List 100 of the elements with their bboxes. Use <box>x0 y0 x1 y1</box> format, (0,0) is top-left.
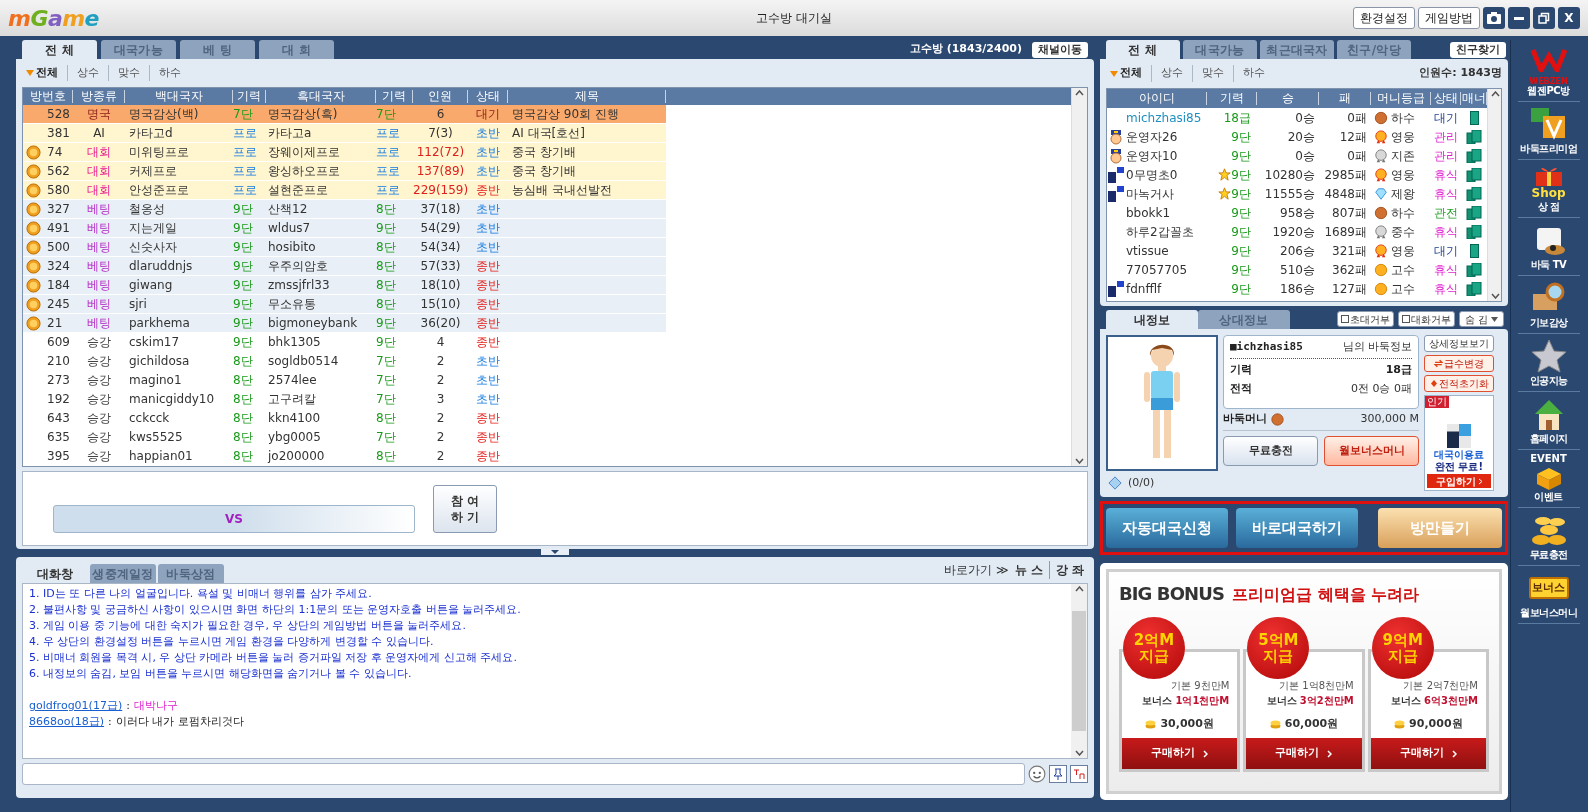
player-row[interactable]: 하루2갑꼴초 9단 1920승 1689패 중수 휴식 <box>1107 222 1487 241</box>
table-row[interactable]: 327 베팅 철옹성 9단 산책12 8단 37(18) 초반 <box>23 200 666 219</box>
scroll-thumb[interactable] <box>1072 611 1086 731</box>
player-row[interactable]: vtissue 9단 206승 321패 영웅 대기 <box>1107 241 1487 260</box>
player-row[interactable]: fdnfflf 9단 186승 127패 고수 휴식 <box>1107 279 1487 298</box>
link[interactable]: 바로가기 ≫ <box>944 561 1009 579</box>
filter-tab[interactable]: 맞수 <box>118 64 140 82</box>
option-checkbox[interactable]: 대화거부 <box>1397 311 1455 327</box>
sidebar-item[interactable]: 인공지능 <box>1517 334 1580 392</box>
table-row[interactable]: 324 베팅 dlaruddnjs 9단 우주의암호 8단 57(33) 종반 <box>23 257 666 276</box>
table-cell: 7단 <box>376 354 396 368</box>
table-row[interactable]: 21 베팅 parkhema 9단 bigmoneybank 9단 36(20) 종반 <box>23 314 666 333</box>
column-header[interactable]: 제목 <box>508 90 666 103</box>
channel-button[interactable]: 채널이동 <box>1032 41 1088 58</box>
link[interactable]: 강 좌 <box>1048 561 1084 579</box>
column-header[interactable]: 상태 <box>1431 92 1461 105</box>
user-link[interactable]: goldfrog01(17급) <box>29 698 123 714</box>
sidebar-item[interactable]: 바둑프리미엄 <box>1517 102 1580 160</box>
user-link[interactable]: 8668oo(18급) <box>29 714 105 730</box>
sidebar-item[interactable]: 기보감상 <box>1517 276 1580 334</box>
tab[interactable]: 내정보 <box>1106 310 1198 329</box>
filter-tab[interactable]: 상수 <box>77 64 99 82</box>
column-header[interactable]: 흑대국자 <box>266 90 376 103</box>
column-header[interactable]: 기력 <box>376 90 413 103</box>
column-header[interactable]: 머니등급 <box>1371 92 1431 105</box>
tab[interactable]: 전 체 <box>22 40 97 59</box>
table-row[interactable]: 491 베팅 지는게일 9단 wldus7 9단 54(29) 초반 <box>23 219 666 238</box>
scrollbar[interactable] <box>1071 88 1087 466</box>
table-row[interactable]: 500 베팅 신숫사자 9단 hosibito 8단 54(34) 초반 <box>23 238 666 257</box>
pin-button[interactable] <box>1049 765 1067 783</box>
table-row[interactable]: 245 베팅 sjri 9단 무소유통 8단 15(10) 종반 <box>23 295 666 314</box>
option-checkbox[interactable]: 초대거부 <box>1336 311 1394 327</box>
player-row[interactable]: 0무명초0 9단 10280승 2985패 영웅 휴식 <box>1107 165 1487 184</box>
toolbar-button[interactable]: 게임방법 <box>1418 7 1480 29</box>
player-row[interactable]: bbokk1 9단 958승 807패 하수 관전 <box>1107 203 1487 222</box>
column-header[interactable]: 패 <box>1319 92 1371 105</box>
player-row[interactable]: 운영자26 9단 20승 12패 영웅 관리 <box>1107 127 1487 146</box>
purchase-button[interactable]: 구매하기 <box>1246 738 1362 769</box>
scrollbar[interactable] <box>1487 89 1501 301</box>
column-header[interactable]: 기력 <box>1207 92 1257 105</box>
table-cell: 8단 <box>233 430 253 444</box>
player-row[interactable]: 마녹거사 9단 11555승 4848패 제왕 휴식 <box>1107 184 1487 203</box>
column-header[interactable]: 인원 <box>413 90 468 103</box>
sidebar-item[interactable]: EVENT 이벤트 <box>1517 450 1580 508</box>
find-friend-button[interactable]: 친구찾기 <box>1450 41 1506 58</box>
table-row[interactable]: 580 대회 안성준프로 프로 설현준프로 프로 229(159) 종반 농심배 국내선발전 <box>23 181 666 200</box>
filter-tab[interactable]: 하수 <box>159 64 181 82</box>
table-cell-text: 승강 <box>86 372 112 389</box>
info-button[interactable]: 전적초기화 <box>1424 375 1494 392</box>
info-button[interactable]: 급수변경 <box>1424 355 1494 372</box>
font-button[interactable] <box>1070 765 1088 783</box>
sidebar-item[interactable]: 홈페이지 <box>1517 392 1580 450</box>
chat-input[interactable] <box>22 763 1025 785</box>
hide-button[interactable]: 숨 김 <box>1458 311 1504 327</box>
buy-button[interactable]: 구입하기 <box>1427 474 1491 488</box>
column-header[interactable]: 상태 <box>468 90 508 103</box>
diamond-icon <box>1429 379 1438 388</box>
collapse-handle[interactable] <box>541 549 569 555</box>
table-cell: 54(29) <box>420 221 461 235</box>
font-style-icon <box>1073 768 1085 780</box>
column-header[interactable]: 기력 <box>233 90 266 103</box>
column-header[interactable]: 아이디 <box>1107 92 1207 105</box>
action-button[interactable]: 자동대국신청 <box>1106 508 1228 548</box>
minimize-button[interactable] <box>1508 7 1530 29</box>
column-header[interactable]: 승 <box>1257 92 1319 105</box>
close-button[interactable]: X <box>1558 7 1580 29</box>
filter-tab[interactable]: 전체 <box>36 64 58 82</box>
filter-tab[interactable]: 맞수 <box>1202 65 1224 82</box>
sidebar-item[interactable]: WEBZEN 웹젠PC방 <box>1517 44 1580 102</box>
sidebar-item[interactable]: 바둑 TV <box>1517 218 1580 276</box>
info-button[interactable]: 상세정보보기 <box>1424 335 1494 352</box>
purchase-button[interactable]: 구매하기 <box>1122 738 1238 769</box>
table-row[interactable]: 528 명국 명국감상(백) 7단 명국감상(흑) 7단 6 대기 명국감상 90회 진행 <box>23 105 666 124</box>
player-row[interactable]: 운영자10 9단 0승 0패 지존 관리 <box>1107 146 1487 165</box>
filter-tab[interactable]: 하수 <box>1243 65 1265 82</box>
link[interactable]: 뉴 스 <box>1014 561 1043 579</box>
column-header[interactable]: 방종류 <box>73 90 125 103</box>
restore-button[interactable] <box>1533 7 1555 29</box>
player-row[interactable]: 77057705 9단 510승 362패 고수 휴식 <box>1107 260 1487 279</box>
column-header[interactable]: 방번호 <box>23 90 73 103</box>
table-row[interactable]: 184 베팅 giwang 9단 zmssjfrl33 8단 18(10) 종반 <box>23 276 666 295</box>
table-row[interactable]: 74 대회 미위팅프로 프로 장웨이제프로 프로 112(72) 초반 중국 창기배 <box>23 143 666 162</box>
action-button[interactable]: 바로대국하기 <box>1236 508 1358 548</box>
money-button[interactable]: 무료충전 <box>1223 436 1318 466</box>
sidebar-item[interactable]: 무료충전 <box>1517 508 1580 566</box>
player-row[interactable]: michzhasi85 18급 0승 0패 하수 대기 <box>1107 108 1487 127</box>
filter-tab[interactable]: 전체 <box>1120 65 1142 82</box>
money-button[interactable]: 월보너스머니 <box>1324 436 1419 466</box>
camera-button[interactable] <box>1483 7 1505 29</box>
tab[interactable]: 전 체 <box>1106 40 1180 59</box>
sidebar-item[interactable]: Shop 상 점 <box>1517 160 1580 218</box>
money-amount: 300,000 M <box>1360 411 1419 428</box>
purchase-button[interactable]: 구매하기 <box>1370 738 1486 769</box>
column-header[interactable]: 백대국자 <box>125 90 233 103</box>
toolbar-button[interactable]: 환경설정 <box>1353 7 1415 29</box>
table-row[interactable]: 381 AI 카타고d 프로 카타고a 프로 7(3) 초반 AI 대국[호선] <box>23 124 666 143</box>
join-button[interactable]: 참 여 하 기 <box>433 484 497 533</box>
table-row[interactable]: 562 대회 커제프로 프로 왕싱하오프로 프로 137(89) 초반 중국 창기배 <box>23 162 666 181</box>
filter-tab[interactable]: 상수 <box>1161 65 1183 82</box>
sidebar-item[interactable]: 보너스 월보너스머니 <box>1517 566 1580 624</box>
